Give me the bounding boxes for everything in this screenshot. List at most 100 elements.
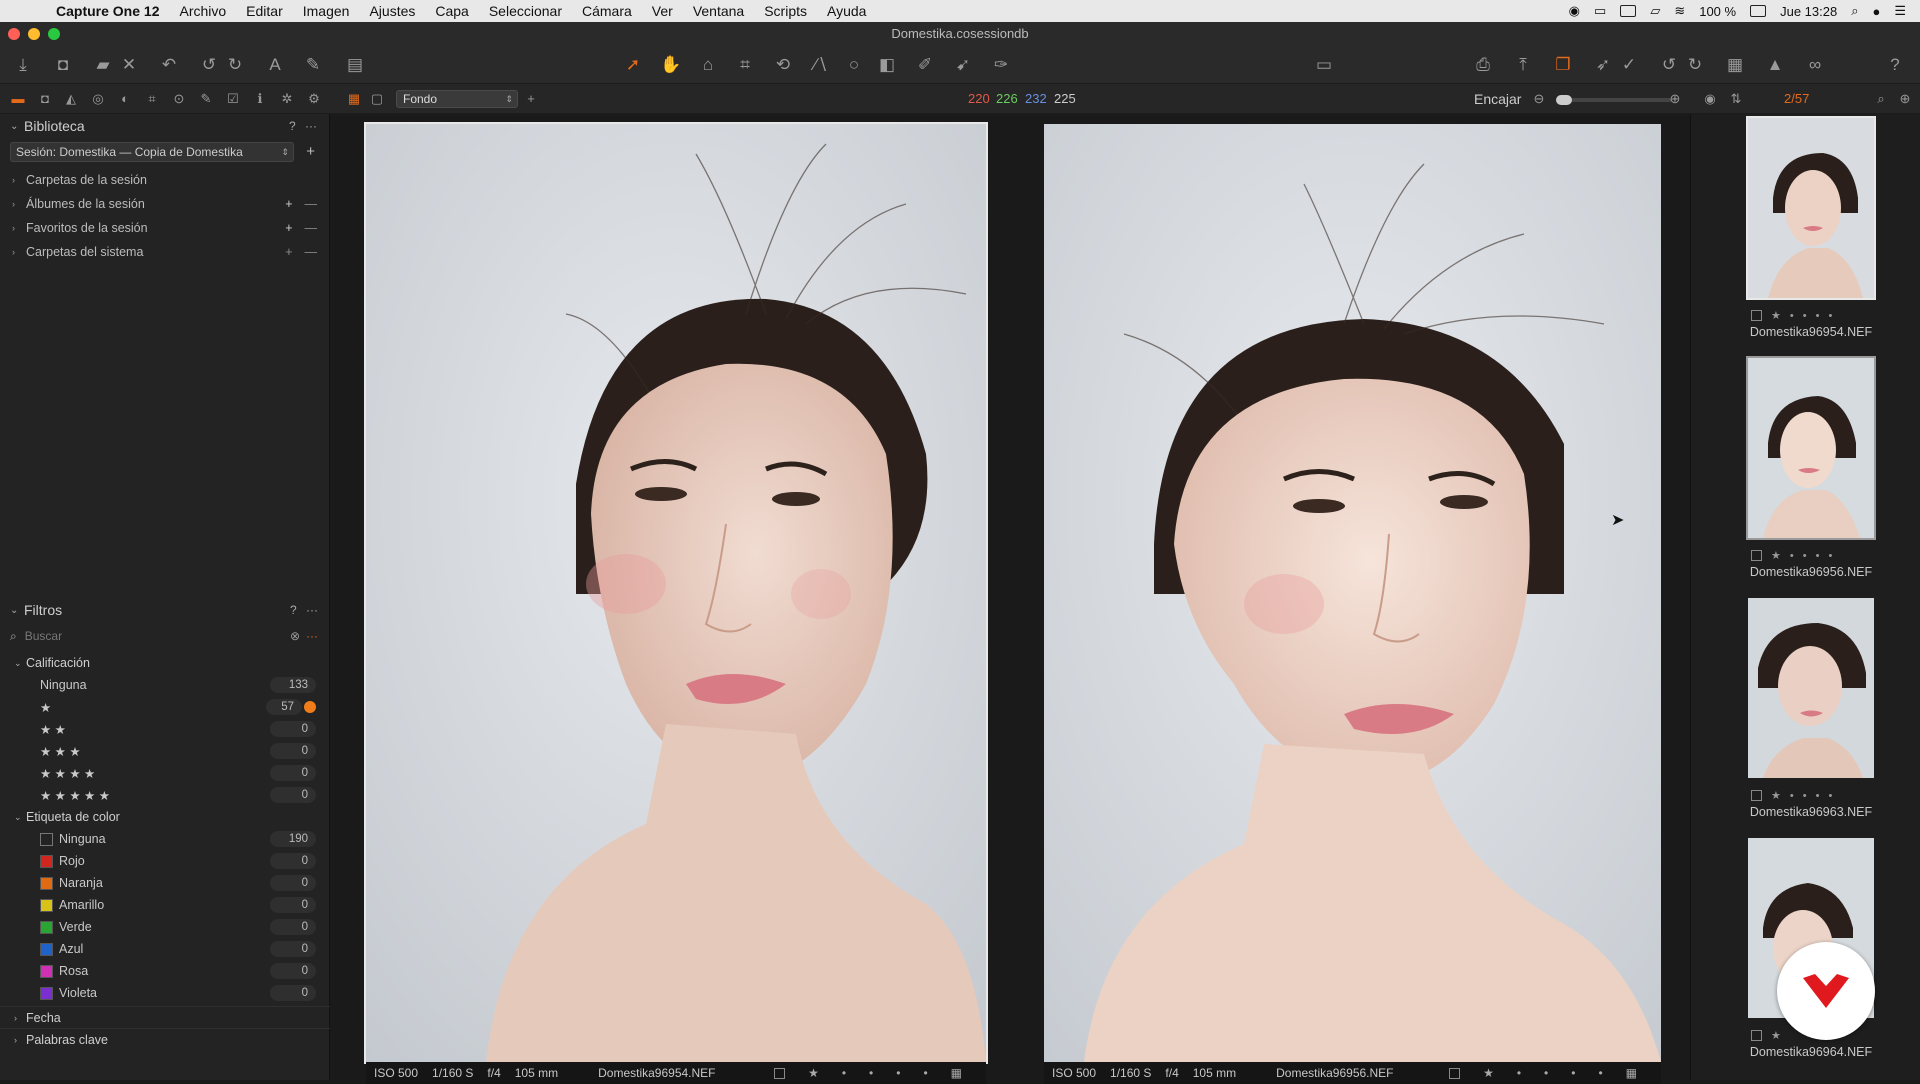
rating-row-2[interactable]: ★ ★ 0 [0, 718, 330, 740]
rating-dot[interactable]: • [896, 1066, 900, 1080]
rating-row-1[interactable]: ★ 57 [0, 696, 330, 718]
batch-tab-icon[interactable]: ⚙ [305, 90, 323, 108]
rating-dot[interactable]: • [1816, 550, 1820, 562]
tree-item-albumes-sesion[interactable]: › Álbumes de la sesión + — [0, 192, 329, 216]
glasses-icon[interactable]: ∞ [1804, 54, 1826, 76]
keywords-filter-header[interactable]: › Palabras clave [0, 1028, 330, 1050]
rating-row-4[interactable]: ★ ★ ★ ★ 0 [0, 762, 330, 784]
move-folder-icon[interactable]: ▰ [92, 54, 114, 76]
color-tab-icon[interactable]: ◎ [89, 90, 107, 108]
chevron-right-icon[interactable]: › [12, 175, 26, 185]
rating-dot[interactable]: • [1803, 310, 1807, 322]
rating-dot[interactable]: • [1790, 790, 1794, 802]
layer-select[interactable]: Fondo ⇕ [396, 90, 518, 108]
rating-row-none[interactable]: Ninguna 133 [0, 674, 330, 696]
remove-folder-icon[interactable]: — [305, 245, 318, 259]
zoom-in-icon[interactable]: ⊕ [1666, 90, 1684, 108]
print-icon[interactable]: ⎙ [1472, 54, 1494, 76]
date-filter-header[interactable]: › Fecha [0, 1006, 330, 1028]
add-layer-icon[interactable]: + [522, 90, 540, 108]
rating-dot[interactable]: • [1816, 790, 1820, 802]
spotlight-icon[interactable]: ⌕ [1851, 3, 1858, 19]
add-folder-icon[interactable]: + [285, 245, 292, 259]
menu-scripts[interactable]: Scripts [754, 3, 817, 19]
tree-item-carpetas-sesion[interactable]: › Carpetas de la sesión [0, 168, 329, 192]
menu-camara[interactable]: Cámara [572, 3, 642, 19]
pan-icon[interactable]: ✋ [660, 54, 682, 76]
rating-dot[interactable]: • [923, 1066, 927, 1080]
composition-tab-icon[interactable]: ⌗ [143, 90, 161, 108]
menu-app-name[interactable]: Capture One 12 [46, 3, 169, 19]
rating-dot[interactable]: • [1790, 550, 1794, 562]
copy-adjustments-icon[interactable]: ▤ [344, 54, 366, 76]
menu-archivo[interactable]: Archivo [169, 3, 236, 19]
chevron-down-icon[interactable]: ⌄ [10, 605, 24, 616]
library-help-icon[interactable]: ? [289, 119, 296, 133]
select-cursor-icon[interactable]: ➚ [622, 54, 644, 76]
session-select[interactable]: Sesión: Domestika — Copia de Domestika ⇕… [10, 142, 315, 162]
search-placeholder[interactable]: Buscar [25, 629, 62, 643]
filters-help-icon[interactable]: ? [290, 603, 297, 617]
rating-row-3[interactable]: ★ ★ ★ 0 [0, 740, 330, 762]
chevron-down-icon[interactable]: ⌄ [14, 812, 26, 823]
rating-dot[interactable]: • [842, 1066, 846, 1080]
battery-icon[interactable] [1750, 5, 1767, 17]
chevron-right-icon[interactable]: › [14, 1035, 26, 1045]
help-icon[interactable]: ? [1884, 54, 1906, 76]
proof-icon[interactable]: ❐ [1552, 54, 1574, 76]
zoom-window-button[interactable] [48, 28, 60, 40]
clock[interactable]: Jue 13:28 [1780, 4, 1837, 19]
display-icon[interactable]: ▭ [1594, 3, 1606, 19]
star-icon[interactable]: ★ [1771, 789, 1781, 802]
rating-dot[interactable]: • [1598, 1066, 1602, 1080]
metadata-tab-icon[interactable]: ℹ [251, 90, 269, 108]
single-view-icon[interactable]: ▢ [368, 90, 386, 108]
import-icon[interactable]: ⤓ [12, 54, 34, 76]
clear-search-icon[interactable]: ⊗ [290, 629, 300, 643]
library-tab-icon[interactable]: ▬ [9, 90, 27, 108]
color-row-azul[interactable]: Azul 0 [0, 938, 330, 960]
star-icon[interactable]: ★ [1771, 1029, 1781, 1042]
select-checkbox[interactable] [1751, 310, 1762, 321]
menu-seleccionar[interactable]: Seleccionar [479, 3, 572, 19]
star-icon[interactable]: ★ [1483, 1066, 1494, 1080]
select-checkbox[interactable] [1751, 790, 1762, 801]
crop-icon[interactable]: ⌗ [734, 54, 756, 76]
rating-dot[interactable]: • [869, 1066, 873, 1080]
siri-icon[interactable]: ● [1872, 4, 1880, 19]
rotate-left-icon[interactable]: ↺ [1658, 54, 1680, 76]
keystone-icon[interactable]: ∕∖ [810, 54, 832, 76]
chevron-right-icon[interactable]: › [12, 223, 26, 233]
thumbnail[interactable] [1746, 116, 1876, 300]
adjustments-tab-icon[interactable]: ☑ [224, 90, 242, 108]
add-album-icon[interactable]: + [285, 197, 292, 211]
color-row-amarillo[interactable]: Amarillo 0 [0, 894, 330, 916]
rating-dot[interactable]: • [1790, 310, 1794, 322]
cursor-tool-icon[interactable]: ➶ [1592, 54, 1614, 76]
redo-icon[interactable]: ↻ [224, 54, 246, 76]
edit-tool-icon[interactable]: ✓ [1618, 54, 1640, 76]
select-checkbox[interactable] [1751, 550, 1762, 561]
select-checkbox[interactable] [1751, 1030, 1762, 1041]
capture-icon[interactable]: ◘ [52, 54, 74, 76]
rating-dot[interactable]: • [1816, 310, 1820, 322]
delete-icon[interactable]: ✕ [118, 54, 140, 76]
star-icon[interactable]: ★ [1771, 549, 1781, 562]
star-icon[interactable]: ★ [1771, 309, 1781, 322]
rating-dot[interactable]: • [1828, 790, 1832, 802]
rating-dot[interactable]: • [1803, 790, 1807, 802]
tree-item-favoritos-sesion[interactable]: › Favoritos de la sesión + — [0, 216, 329, 240]
filters-panel-header[interactable]: ⌄ Filtros ? ··· [0, 598, 330, 622]
remove-favorite-icon[interactable]: — [305, 221, 318, 235]
battery-status-icon[interactable] [1620, 5, 1637, 17]
chevron-right-icon[interactable]: › [12, 199, 26, 209]
zoom-out-icon[interactable]: ⊖ [1530, 90, 1548, 108]
rating-dot[interactable]: • [1571, 1066, 1575, 1080]
color-row-naranja[interactable]: Naranja 0 [0, 872, 330, 894]
menu-ventana[interactable]: Ventana [683, 3, 754, 19]
minimize-window-button[interactable] [28, 28, 40, 40]
color-tag-header[interactable]: ⌄ Etiqueta de color [0, 806, 330, 828]
record-icon[interactable]: ◉ [1569, 3, 1580, 19]
add-session-icon[interactable]: + [306, 143, 315, 161]
close-window-button[interactable] [8, 28, 20, 40]
